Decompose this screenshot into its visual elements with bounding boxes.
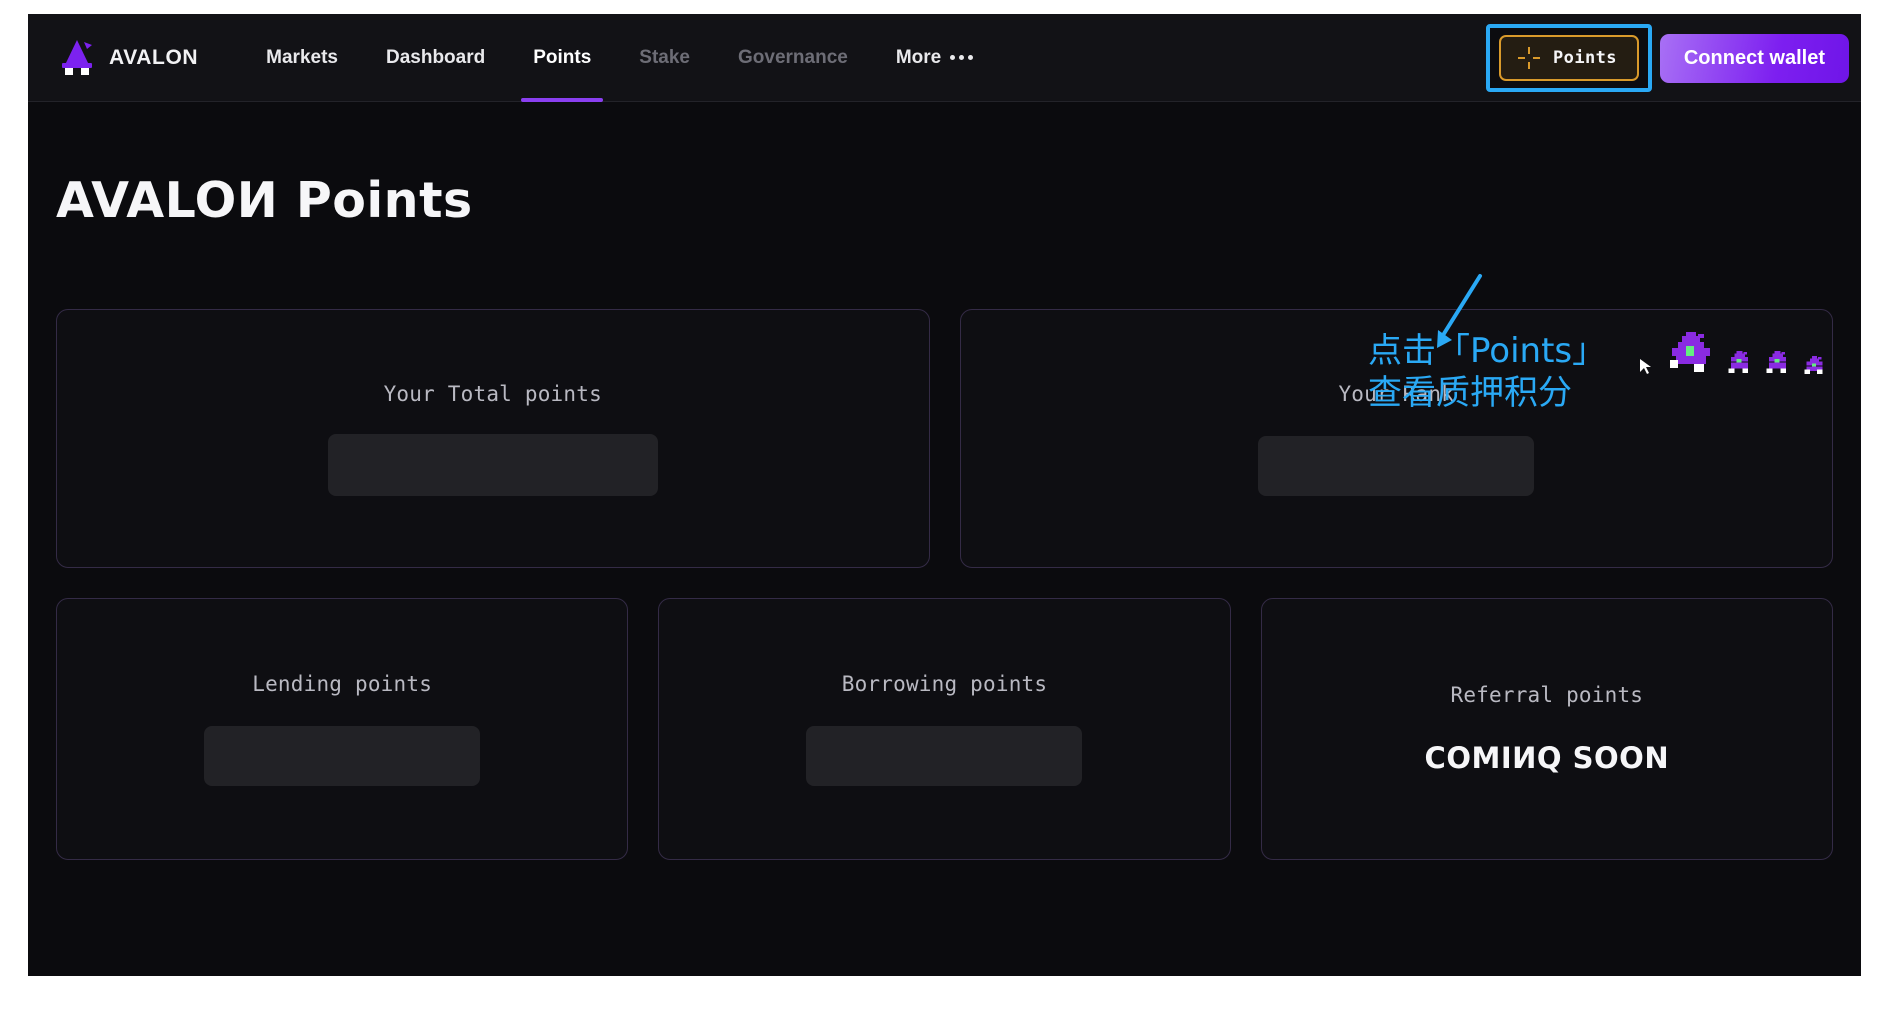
summary-cards-row: Your Total points Your Rank	[56, 309, 1833, 568]
loading-placeholder	[328, 434, 658, 496]
card-label: Your Total points	[384, 382, 602, 406]
connect-wallet-button[interactable]: Connect wallet	[1660, 34, 1849, 83]
points-button-label: Points	[1553, 48, 1617, 68]
nav-item-markets[interactable]: Markets	[242, 14, 362, 102]
nav-item-points[interactable]: Points	[509, 14, 615, 102]
ellipsis-icon	[950, 55, 973, 60]
points-button-highlight-ring: Points	[1486, 24, 1652, 92]
coming-soon-badge: COMIИQ SOON	[1425, 741, 1670, 775]
page-title: AVALOИ Points	[56, 172, 1833, 229]
nav-label: Markets	[266, 47, 338, 69]
connect-wallet-label: Connect wallet	[1684, 47, 1825, 70]
card-total-points: Your Total points	[56, 309, 930, 568]
nav-label: Stake	[639, 47, 690, 69]
card-referral-points: Referral points COMIИQ SOON	[1261, 598, 1833, 860]
nav-label: Governance	[738, 47, 848, 69]
points-button[interactable]: Points	[1499, 35, 1639, 81]
breakdown-cards-row: Lending points Borrowing points Referral…	[56, 598, 1833, 860]
app-viewport: AVALON Markets Dashboard Points Stake Go…	[28, 14, 1861, 976]
loading-placeholder	[1258, 436, 1534, 496]
main-nav: Markets Dashboard Points Stake Governanc…	[242, 14, 997, 102]
top-navigation-bar: AVALON Markets Dashboard Points Stake Go…	[28, 14, 1861, 102]
card-your-rank: Your Rank	[960, 309, 1834, 568]
brand-name: AVALON	[109, 46, 198, 70]
main-content: AVALOИ Points 点击「Points」 查看质押积分	[28, 172, 1861, 860]
crosshair-icon	[1517, 46, 1541, 70]
loading-placeholder	[204, 726, 480, 786]
card-label: Borrowing points	[842, 672, 1048, 696]
nav-item-stake[interactable]: Stake	[615, 14, 714, 102]
card-label: Lending points	[252, 672, 432, 696]
card-label: Your Rank	[1338, 382, 1454, 406]
loading-placeholder	[806, 726, 1082, 786]
nav-item-dashboard[interactable]: Dashboard	[362, 14, 509, 102]
wizard-hat-logo-icon	[56, 38, 98, 78]
nav-item-more[interactable]: More	[872, 14, 997, 102]
header-actions: Points Connect wallet	[1486, 14, 1861, 102]
nav-label: Points	[533, 47, 591, 69]
nav-item-governance[interactable]: Governance	[714, 14, 872, 102]
card-borrowing-points: Borrowing points	[658, 598, 1230, 860]
nav-label: Dashboard	[386, 47, 485, 69]
brand-logo[interactable]: AVALON	[56, 38, 198, 78]
card-label: Referral points	[1450, 683, 1643, 707]
nav-label: More	[896, 47, 941, 69]
card-lending-points: Lending points	[56, 598, 628, 860]
